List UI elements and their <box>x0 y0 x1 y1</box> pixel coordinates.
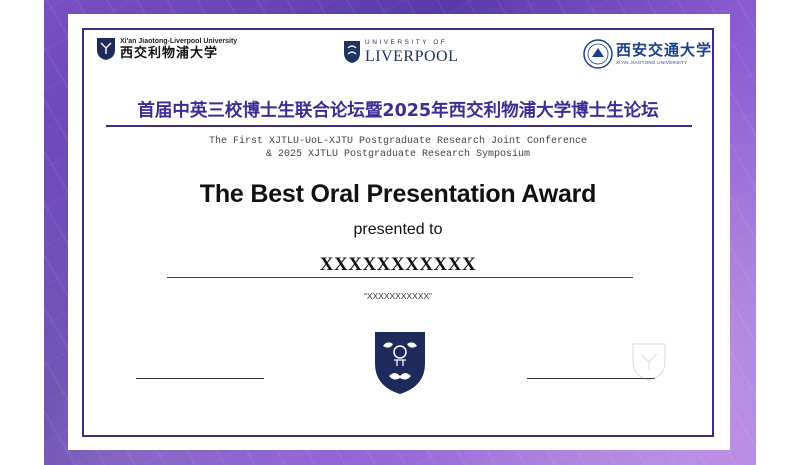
uol-top-text: UNIVERSITY OF <box>365 39 448 46</box>
recipient-underline <box>167 277 633 278</box>
title-divider <box>106 125 692 127</box>
recipient-name: XXXXXXXXXXX <box>319 254 477 275</box>
xjtlu-english-name: Xi'an Jiaotong-Liverpool University <box>120 38 238 45</box>
xjtu-logo: 西安交通大学 XI'AN JIAOTONG UNIVERSITY <box>583 39 712 69</box>
xjtu-chinese-name: 西安交通大学 <box>616 40 713 59</box>
xjtu-english-name: XI'AN JIAOTONG UNIVERSITY <box>616 59 688 65</box>
award-title: The Best Oral Presentation Award <box>199 180 597 208</box>
xjtlu-logo: Xi'an Jiaotong-Liverpool University 西交利物… <box>96 37 237 61</box>
presented-to-label: presented to <box>353 221 443 238</box>
english-subtitle: The First XJTLU-UoL-XJTU Postgraduate Re… <box>82 135 714 161</box>
uol-bottom-text: LIVERPOOL <box>365 47 459 65</box>
xjtlu-crest-icon <box>97 38 115 60</box>
xjtlu-chinese-name: 西交利物浦大学 <box>120 46 219 61</box>
xjtu-seal-icon <box>583 39 613 69</box>
subtitle-line-1: The First XJTLU-UoL-XJTU Postgraduate Re… <box>208 136 588 147</box>
chinese-title: 首届中英三校博士生联合论坛暨2025年西交利物浦大学博士生论坛 <box>137 101 659 121</box>
faint-crest-icon <box>632 343 666 381</box>
presentation-title-quote: “XXXXXXXXXXX” <box>363 291 433 301</box>
signature-line-left <box>136 378 264 379</box>
uol-logo: UNIVERSITY OF LIVERPOOL <box>343 39 459 65</box>
xjtlu-shield-icon <box>375 332 425 394</box>
liverpool-crest-icon <box>344 41 360 64</box>
subtitle-line-2: & 2025 XJTLU Postgraduate Research Sympo… <box>265 149 531 160</box>
